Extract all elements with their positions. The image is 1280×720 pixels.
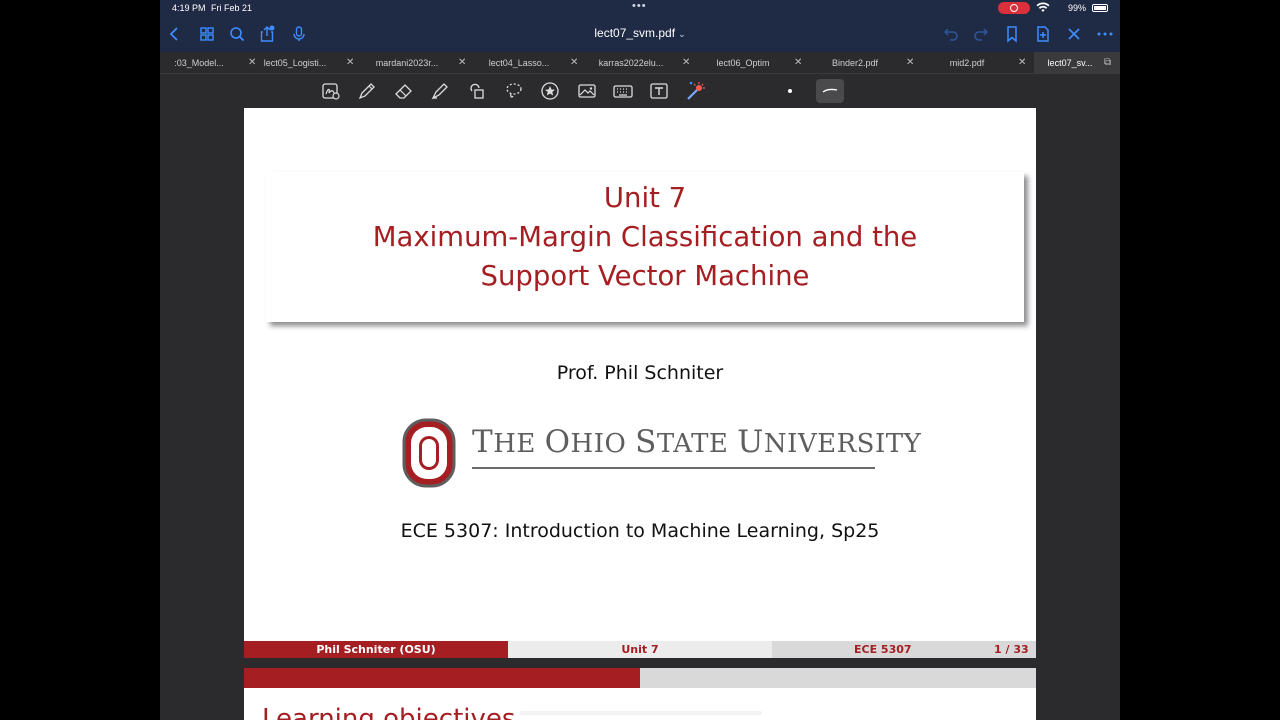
- thumbnails-icon[interactable]: [198, 25, 216, 43]
- tab-document[interactable]: mid2.pdf ✕: [922, 52, 1034, 74]
- header-bar-right: [640, 668, 1036, 688]
- tab-close-icon[interactable]: ✕: [1018, 52, 1026, 74]
- document-tab-bar: :03_Model... ✕ lect05_Logisti... ✕ marda…: [160, 52, 1120, 74]
- tab-document[interactable]: mardani2023r... ✕: [362, 52, 474, 74]
- share-icon[interactable]: [258, 25, 276, 43]
- battery-percent: 99%: [1068, 3, 1087, 13]
- handwriting-icon[interactable]: [320, 80, 342, 102]
- slide-title-line: Unit 7: [603, 182, 687, 214]
- keyboard-icon[interactable]: [612, 80, 634, 102]
- footer-author: Phil Schniter (OSU): [244, 641, 508, 658]
- tab-active-document[interactable]: lect07_sv... ⧉: [1034, 52, 1120, 74]
- footer-page-number: 1 / 33: [994, 643, 1029, 656]
- tab-label: karras2022elu...: [598, 58, 664, 68]
- footer-course: ECE 5307: [854, 643, 912, 656]
- back-icon[interactable]: [166, 25, 184, 43]
- tab-document[interactable]: lect04_Lasso... ✕: [474, 52, 586, 74]
- bookmark-icon[interactable]: [1003, 25, 1021, 43]
- author-name: Prof. Phil Schniter: [556, 362, 724, 384]
- next-slide-heading: Learning objectives: [262, 704, 516, 720]
- footer-unit: Unit 7: [508, 641, 772, 658]
- undo-icon[interactable]: [942, 25, 960, 43]
- tab-document[interactable]: Binder2.pdf ✕: [810, 52, 922, 74]
- course-title: ECE 5307: Introduction to Machine Learni…: [400, 520, 880, 542]
- eraser-icon[interactable]: [393, 80, 415, 102]
- tab-close-icon[interactable]: ✕: [458, 52, 466, 74]
- shapes-icon[interactable]: [466, 80, 488, 102]
- text-box-icon[interactable]: [648, 80, 670, 102]
- tab-close-icon[interactable]: ✕: [682, 52, 690, 74]
- tab-document[interactable]: :03_Model... ✕: [160, 52, 256, 74]
- tab-close-icon[interactable]: ✕: [906, 52, 914, 74]
- tab-overview-icon[interactable]: ⧉: [1104, 52, 1111, 74]
- pen-stroke-style-icon[interactable]: [816, 79, 844, 103]
- more-icon[interactable]: [1096, 25, 1114, 43]
- university-wordmark: THE OHIO STATE UNIVERSITY: [472, 424, 922, 460]
- pdf-viewer[interactable]: Unit 7 Maximum-Margin Classification and…: [160, 108, 1120, 720]
- ipad-screen: 4:19 PM Fri Feb 21 ••• 99% lect07_svm.pd…: [160, 0, 1120, 720]
- chevron-down-icon: ⌄: [678, 29, 686, 39]
- status-time: 4:19 PM: [172, 3, 206, 13]
- document-title: lect07_svm.pdf: [594, 26, 676, 40]
- search-icon[interactable]: [228, 25, 246, 43]
- pen-icon[interactable]: [356, 80, 378, 102]
- highlighter-icon[interactable]: [429, 80, 451, 102]
- tab-label: lect06_Optim: [716, 58, 770, 68]
- tab-close-icon[interactable]: ✕: [794, 52, 802, 74]
- tab-label: Binder2.pdf: [831, 58, 879, 68]
- tab-close-icon[interactable]: ✕: [570, 52, 578, 74]
- wifi-icon: [1036, 2, 1050, 15]
- laser-pointer-icon[interactable]: [684, 80, 706, 102]
- annotation-toolbar: [160, 74, 1120, 108]
- pen-thickness-dot-icon[interactable]: [786, 87, 794, 95]
- multitasking-dots-icon[interactable]: •••: [632, 0, 647, 12]
- tab-label: lect07_sv...: [1047, 58, 1093, 68]
- block-o-icon: [402, 418, 456, 488]
- status-date: Fri Feb 21: [211, 3, 253, 13]
- lasso-icon[interactable]: [503, 80, 525, 102]
- sticker-icon[interactable]: [539, 80, 561, 102]
- slide-title-line: Support Vector Machine: [480, 260, 810, 292]
- university-logo: THE OHIO STATE UNIVERSITY: [402, 418, 921, 492]
- close-icon[interactable]: [1065, 25, 1083, 43]
- screen-recording-icon[interactable]: [998, 2, 1030, 14]
- tab-label: mid2.pdf: [949, 58, 985, 68]
- tab-label: lect04_Lasso...: [488, 58, 550, 68]
- title-block: Unit 7 Maximum-Margin Classification and…: [266, 172, 1024, 322]
- tab-label: :03_Model...: [174, 58, 224, 68]
- wordmark-underline: [472, 467, 875, 469]
- navigation-bar: lect07_svm.pdf ⌄: [160, 16, 1120, 52]
- slide-title-line: Maximum-Margin Classification and the: [372, 221, 918, 253]
- tab-document[interactable]: lect06_Optim ✕: [698, 52, 810, 74]
- home-indicator[interactable]: [520, 711, 762, 715]
- tab-close-icon[interactable]: ✕: [346, 52, 354, 74]
- footer-right: ECE 5307 1 / 33: [772, 641, 1036, 658]
- battery-icon: [1092, 4, 1108, 12]
- document-title-menu[interactable]: lect07_svm.pdf ⌄: [540, 26, 740, 40]
- redo-icon[interactable]: [972, 25, 990, 43]
- pdf-page[interactable]: Unit 7 Maximum-Margin Classification and…: [244, 108, 1036, 658]
- status-bar: 4:19 PM Fri Feb 21 ••• 99%: [160, 0, 1120, 16]
- add-page-icon[interactable]: [1034, 25, 1052, 43]
- image-icon[interactable]: [576, 80, 598, 102]
- tab-document[interactable]: karras2022elu... ✕: [586, 52, 698, 74]
- tab-document[interactable]: lect05_Logisti... ✕: [250, 52, 362, 74]
- header-bar-left: [244, 668, 640, 688]
- microphone-icon[interactable]: [290, 25, 308, 43]
- slide-footer: Phil Schniter (OSU) Unit 7 ECE 5307 1 / …: [244, 641, 1036, 658]
- tab-label: lect05_Logisti...: [263, 58, 327, 68]
- tab-label: mardani2023r...: [375, 58, 439, 68]
